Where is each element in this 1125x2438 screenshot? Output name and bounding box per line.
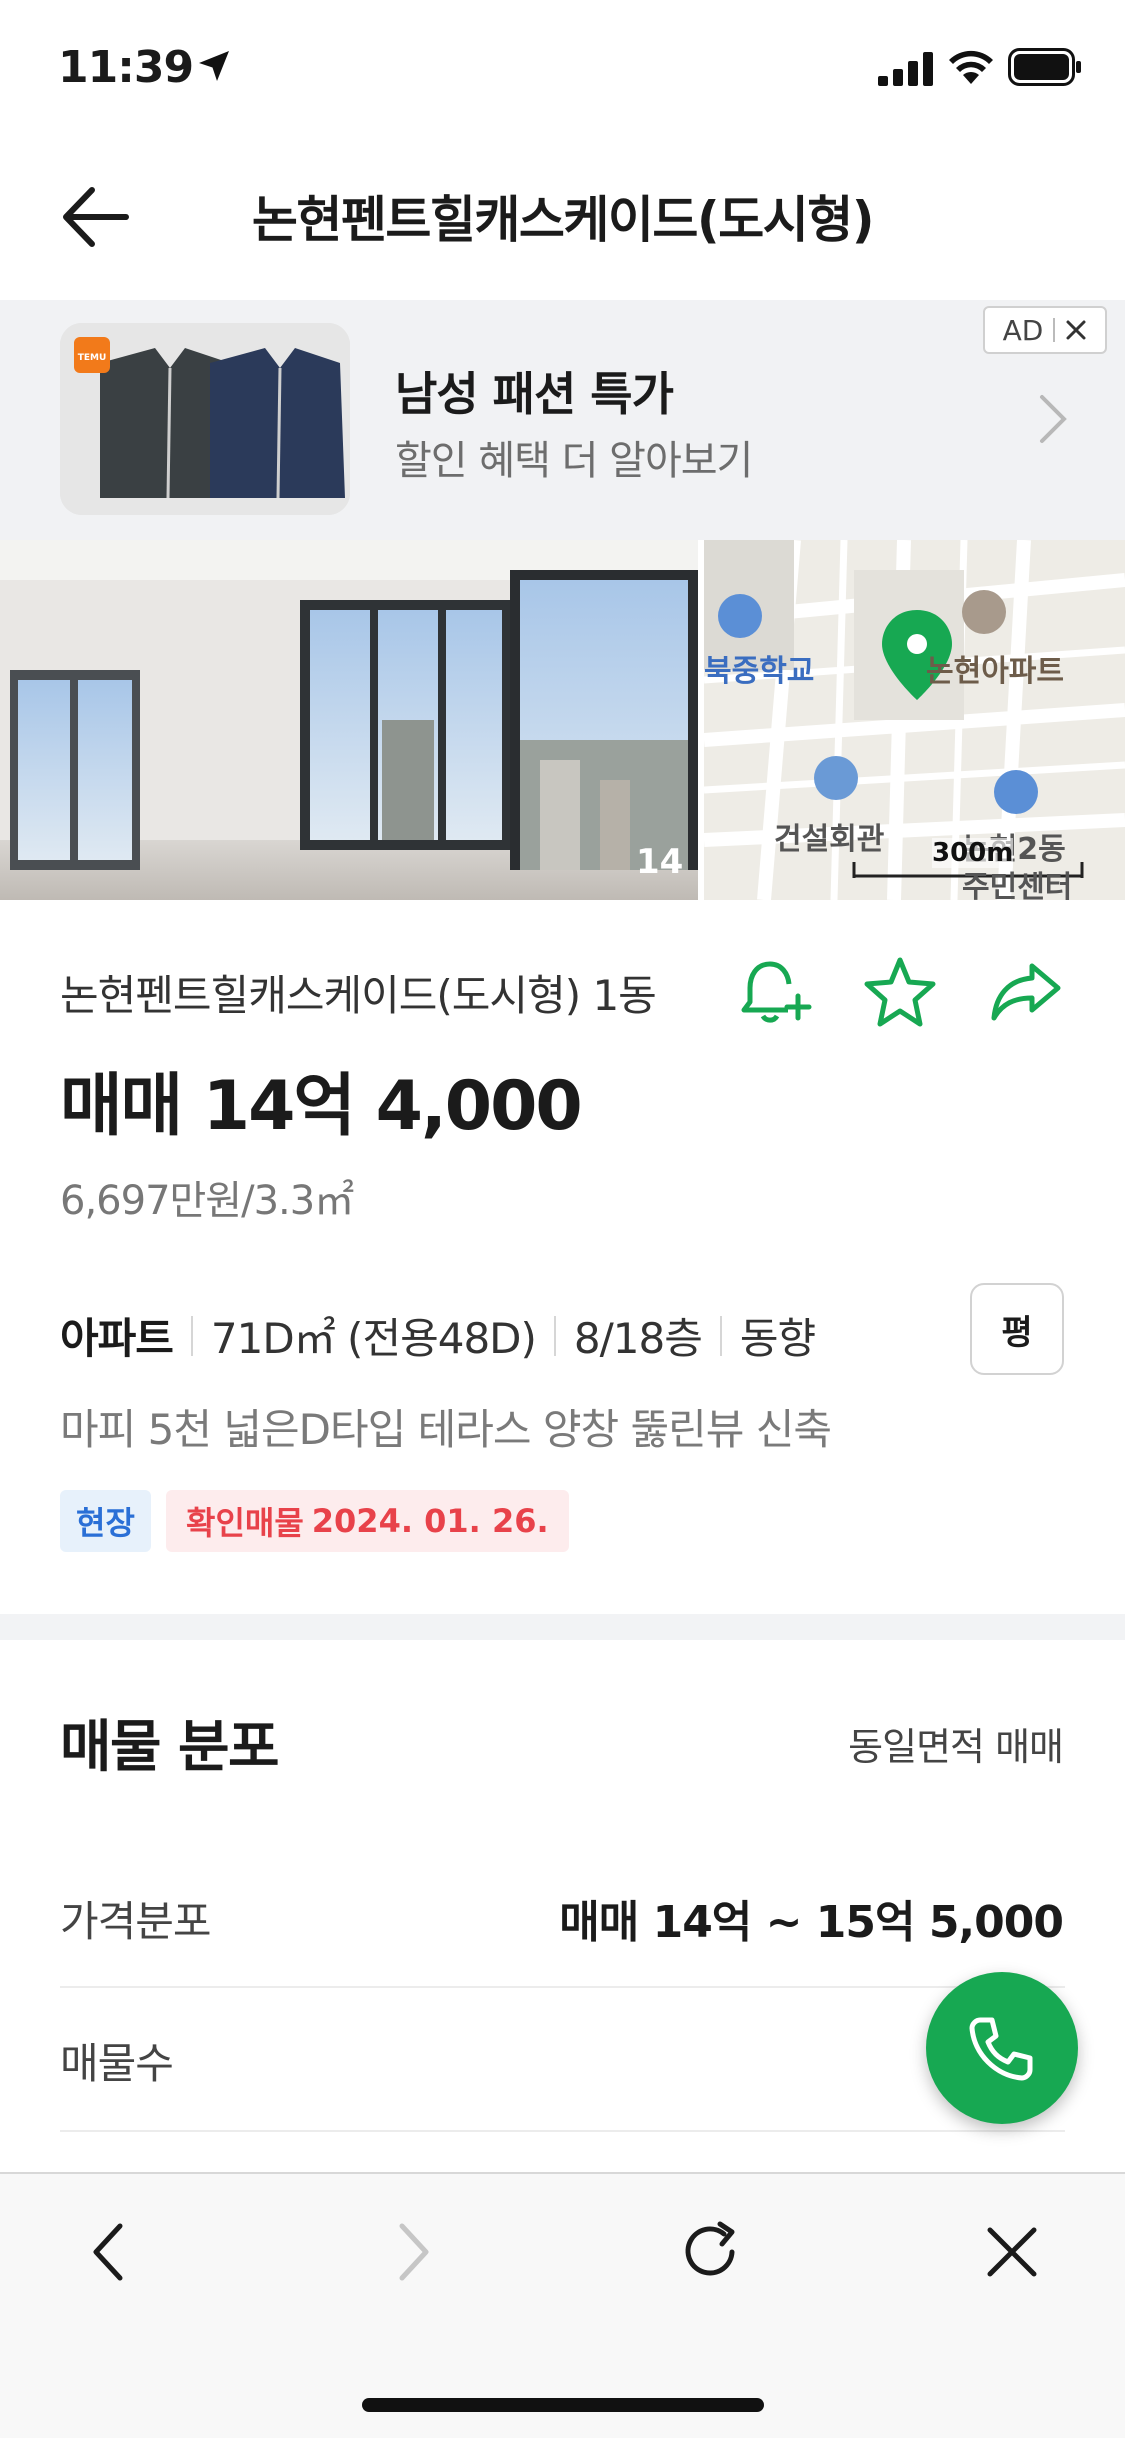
close-icon[interactable] bbox=[1065, 319, 1087, 341]
map-label-hall: 건설회관 bbox=[774, 822, 885, 857]
bell-plus-icon[interactable] bbox=[736, 954, 812, 1030]
verified-badge: 확인매물 2024. 01. 26. bbox=[166, 1490, 569, 1552]
spec-divider bbox=[719, 1315, 722, 1356]
ad-label: AD bbox=[1002, 313, 1044, 347]
listing-name: 논현펜트힐캐스케이드(도시형) 1동 bbox=[60, 971, 657, 1020]
price-main: 매매 14억 4,000 bbox=[60, 1067, 583, 1146]
call-button[interactable] bbox=[926, 1972, 1078, 2124]
row-divider bbox=[60, 1986, 1065, 1988]
room-photo-image bbox=[0, 540, 698, 900]
map-label-apartment: 논현아파트 bbox=[926, 654, 1064, 689]
temu-badge: TEMU bbox=[77, 353, 107, 363]
ad-tag[interactable]: AD bbox=[983, 306, 1107, 354]
spec-type: 아파트 bbox=[60, 1314, 174, 1363]
spec-divider bbox=[553, 1315, 556, 1356]
browser-back-icon[interactable] bbox=[70, 2212, 150, 2292]
page-title: 논현펜트힐캐스케이드(도시형) bbox=[251, 191, 875, 249]
jacket-image bbox=[60, 323, 350, 515]
spec-floor: 8/18층 bbox=[573, 1314, 703, 1363]
map-label-school: 북중학교 bbox=[704, 654, 815, 689]
ad-title[interactable]: 남성 패션 특가 bbox=[395, 358, 674, 424]
status-time: 11:39 bbox=[58, 42, 194, 93]
verified-date: 2024. 01. 26. bbox=[311, 1502, 549, 1540]
site-badge: 현장 bbox=[60, 1490, 151, 1552]
location-arrow-icon bbox=[199, 51, 229, 81]
row-divider bbox=[60, 2130, 1065, 2132]
location-map[interactable]: 북중학교 논현아파트 건설회관 논현2동 주민센터 300m bbox=[704, 540, 1125, 900]
spec-area: 71D㎡ (전용48D) bbox=[210, 1314, 537, 1363]
wifi-icon bbox=[949, 50, 993, 84]
cellular-signal-icon bbox=[878, 52, 933, 86]
same-area-filter-link[interactable]: 동일면적 매매 bbox=[848, 1716, 1064, 1771]
share-arrow-icon[interactable] bbox=[988, 954, 1064, 1030]
map-scale: 300m bbox=[932, 838, 1014, 868]
star-icon[interactable] bbox=[862, 954, 938, 1030]
pyeong-toggle-button[interactable]: 평 bbox=[970, 1283, 1064, 1375]
verified-label: 확인매물 bbox=[186, 1504, 304, 1542]
refresh-icon[interactable] bbox=[672, 2212, 752, 2292]
battery-icon bbox=[1008, 48, 1081, 86]
ad-thumbnail[interactable]: TEMU bbox=[60, 323, 350, 515]
listing-description: 마피 5천 넓은D타입 테라스 양창 뚫린뷰 신축 bbox=[60, 1405, 832, 1454]
listing-specs: 아파트 71D㎡ (전용48D) 8/18층 동향 bbox=[60, 1305, 816, 1366]
spec-direction: 동향 bbox=[739, 1314, 816, 1363]
ad-tag-divider bbox=[1053, 318, 1056, 342]
section-divider bbox=[0, 1614, 1125, 1640]
spec-divider bbox=[190, 1315, 193, 1356]
photo-count: 14 bbox=[636, 842, 684, 882]
price-range-label: 가격분포 bbox=[60, 1897, 212, 1946]
ad-subtitle[interactable]: 할인 혜택 더 알아보기 bbox=[395, 428, 753, 486]
listing-count-label: 매물수 bbox=[60, 2039, 174, 2088]
price-range-value: 매매 14억 ~ 15억 5,000 bbox=[559, 1897, 1064, 1948]
browser-forward-icon[interactable] bbox=[372, 2212, 452, 2292]
chevron-right-icon[interactable] bbox=[1038, 393, 1068, 445]
home-indicator bbox=[362, 2398, 764, 2412]
listing-photo[interactable] bbox=[0, 540, 698, 900]
phone-icon bbox=[969, 2017, 1033, 2081]
close-browser-icon[interactable] bbox=[972, 2212, 1052, 2292]
price-per-unit: 6,697만원/3.3㎡ bbox=[60, 1178, 354, 1224]
distribution-title: 매물 분포 bbox=[60, 1715, 280, 1780]
